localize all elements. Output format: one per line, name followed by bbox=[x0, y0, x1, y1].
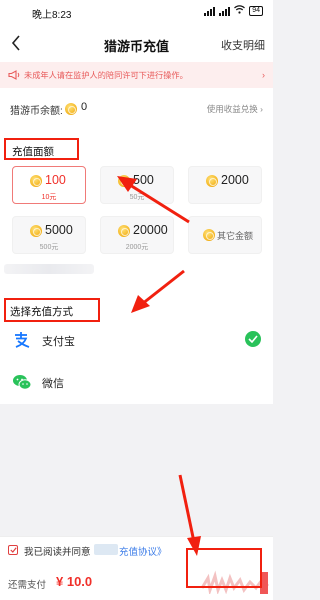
amount-price: 50元 bbox=[129, 194, 145, 201]
amount-option-20000[interactable]: 20000 2000元 bbox=[100, 216, 174, 254]
amount-price: 500元 bbox=[39, 244, 59, 251]
minor-warning-banner[interactable]: 未成年人请在监护人的陪同许可下进行操作。 › bbox=[0, 62, 273, 88]
balance-label: 猎游币余额: bbox=[10, 106, 63, 117]
battery-icon: 94 bbox=[249, 6, 263, 16]
balance-card: 猎游币余额: 0 使用收益兑换 › bbox=[0, 88, 273, 134]
payment-option-wechat[interactable]: 微信 bbox=[0, 364, 273, 400]
coin-icon bbox=[30, 225, 42, 237]
blurred-text bbox=[94, 544, 118, 555]
recharge-agreement-link[interactable]: 充值协议》 bbox=[119, 544, 167, 558]
coin-icon bbox=[30, 175, 42, 187]
annotation-box bbox=[4, 298, 100, 322]
coin-icon bbox=[65, 103, 77, 115]
amount-value: 5000 bbox=[45, 223, 73, 237]
check-icon bbox=[9, 547, 17, 553]
megaphone-icon bbox=[8, 70, 20, 80]
coin-icon bbox=[118, 175, 130, 187]
annotation-box bbox=[186, 548, 262, 588]
agreement-checkbox[interactable] bbox=[8, 545, 18, 555]
amount-due-label: 还需支付 bbox=[8, 580, 47, 591]
signal-icon bbox=[204, 6, 216, 16]
amount-price: 2000元 bbox=[125, 244, 149, 251]
payment-label: 微信 bbox=[42, 378, 64, 390]
blurred-text bbox=[4, 264, 94, 274]
redeem-earnings-link[interactable]: 使用收益兑换 › bbox=[207, 103, 263, 115]
amount-option-5000[interactable]: 5000 500元 bbox=[12, 216, 86, 254]
annotation-box bbox=[4, 138, 79, 160]
coin-icon bbox=[206, 175, 218, 187]
alipay-icon bbox=[15, 332, 30, 348]
other-amount-label: 其它金额 bbox=[217, 231, 254, 241]
amount-option-other[interactable]: 其它金额 bbox=[188, 216, 262, 254]
amount-option-500[interactable]: 500 50元 bbox=[100, 166, 174, 204]
signal-icon-2 bbox=[219, 6, 231, 16]
amount-option-100[interactable]: 100 10元 bbox=[12, 166, 86, 204]
amount-value: 2000 bbox=[221, 173, 249, 187]
balance-value: 0 bbox=[81, 101, 88, 113]
amount-value: 20000 bbox=[133, 223, 168, 237]
status-bar: 晚上8:23 94 bbox=[0, 0, 273, 24]
coin-icon bbox=[118, 225, 130, 237]
wechat-icon bbox=[13, 375, 32, 390]
check-circle-icon bbox=[245, 331, 261, 347]
wifi-icon bbox=[234, 5, 246, 17]
warning-text: 未成年人请在监护人的陪同许可下进行操作。 bbox=[24, 71, 188, 80]
amount-value: 100 bbox=[45, 173, 66, 187]
payment-label: 支付宝 bbox=[42, 336, 75, 348]
chevron-right-icon: › bbox=[262, 70, 265, 80]
status-time: 晚上8:23 bbox=[32, 10, 72, 21]
transaction-history-link[interactable]: 收支明细 bbox=[221, 37, 265, 53]
payment-option-alipay[interactable]: 支付宝 bbox=[0, 322, 273, 358]
agreement-text: 我已阅读并同意 bbox=[24, 547, 91, 558]
amount-due-value: ¥ 10.0 bbox=[56, 574, 93, 589]
amount-price: 10元 bbox=[41, 194, 57, 201]
amount-value: 500 bbox=[133, 173, 154, 187]
status-icons: 94 bbox=[204, 5, 263, 17]
nav-bar: 猎游币充值 收支明细 bbox=[0, 24, 273, 62]
amount-option-2000[interactable]: 2000 bbox=[188, 166, 262, 204]
coin-icon bbox=[203, 229, 215, 241]
